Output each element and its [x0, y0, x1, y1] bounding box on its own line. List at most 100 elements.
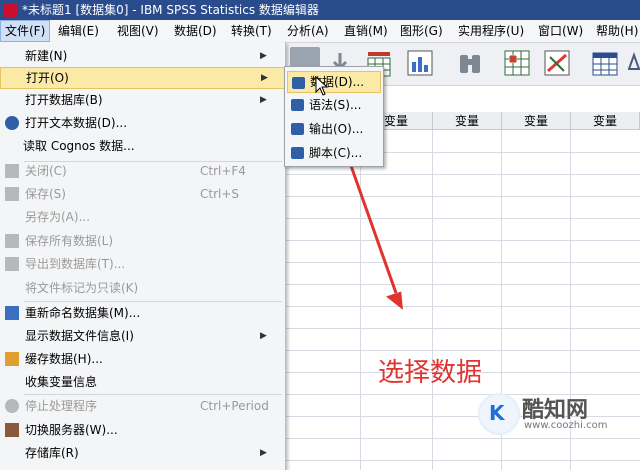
submenu-item-label: 语法(S)... [309, 98, 362, 112]
menu-item-label: 显示数据文件信息(I) [25, 329, 134, 343]
grid-line [285, 328, 640, 329]
menu-item-label: 收集变量信息 [25, 375, 98, 389]
text-data-icon [5, 116, 19, 130]
submenu-arrow-icon: ▶ [260, 331, 267, 341]
menu-item-label: 重新命名数据集(M)... [25, 306, 141, 320]
menu-analyze[interactable]: 分析(A) [283, 20, 333, 42]
cache-data-icon [5, 352, 19, 366]
menu-item-cache-data[interactable]: 缓存数据(H)... [0, 348, 285, 370]
file-menu: 新建(N) ▶ 打开(O) ▶ 打开数据库(B) ▶ 打开文本数据(D)... 读取 … [0, 42, 286, 470]
data-file-icon [292, 77, 305, 89]
menu-item-collect-variable-info[interactable]: 收集变量信息 [0, 371, 285, 393]
grid-line [432, 130, 433, 470]
spss-app-icon [3, 3, 17, 17]
menu-data[interactable]: 数据(D) [170, 20, 221, 42]
menu-item-label: 关闭(C) [25, 164, 67, 178]
menu-item-label: 将文件标记为只读(K) [25, 281, 139, 295]
column-header[interactable]: 变量 [433, 112, 502, 130]
column-header[interactable]: 变量 [571, 112, 640, 130]
menu-item-label: 打开(O) [26, 71, 69, 85]
mouse-cursor-icon [315, 76, 329, 96]
submenu-item-label: 脚本(C)... [309, 146, 363, 160]
submenu-item-data[interactable]: 数据(D)... [287, 71, 381, 93]
menu-item-switch-server[interactable]: 切换服务器(W)... [0, 419, 285, 441]
annotation-text: 选择数据 [378, 358, 483, 388]
syntax-file-icon [291, 99, 304, 111]
menu-direct-marketing[interactable]: 直销(M) [340, 20, 392, 42]
menu-transform[interactable]: 转换(T) [227, 20, 276, 42]
menu-item-stop-processor[interactable]: 停止处理程序 Ctrl+Period [0, 395, 285, 417]
menu-graphs[interactable]: 图形(G) [396, 20, 447, 42]
shortcut-label: Ctrl+S [200, 187, 240, 201]
export-icon [5, 257, 19, 271]
menu-view[interactable]: 视图(V) [113, 20, 163, 42]
menu-item-label: 新建(N) [25, 49, 68, 63]
menu-bar: 文件(F) 编辑(E) 视图(V) 数据(D) 转换(T) 分析(A) 直销(M… [0, 20, 640, 43]
submenu-arrow-icon: ▶ [260, 95, 267, 105]
menu-item-repository[interactable]: 存储库(R) ▶ [0, 442, 285, 464]
watermark: K 酷知网 www.coozhi.com [478, 390, 628, 440]
menu-item-read-cognos[interactable]: 读取 Cognos 数据... [0, 135, 285, 157]
grid-line [285, 350, 640, 351]
binoculars-icon[interactable] [455, 47, 485, 79]
stop-icon [5, 399, 19, 413]
menu-item-label: 存储库(R) [25, 446, 79, 460]
submenu-item-script[interactable]: 脚本(C)... [287, 142, 381, 164]
close-file-icon [5, 164, 19, 178]
column-header[interactable]: 变量 [502, 112, 571, 130]
menu-item-label: 另存为(A)... [25, 210, 91, 224]
menu-edit[interactable]: 编辑(E) [54, 20, 103, 42]
submenu-item-syntax[interactable]: 语法(S)... [287, 94, 381, 116]
submenu-item-output[interactable]: 输出(O)... [287, 118, 381, 140]
grid-line [285, 460, 640, 461]
rename-dataset-icon [5, 306, 19, 320]
menu-window[interactable]: 窗口(W) [534, 20, 587, 42]
menu-item-label: 缓存数据(H)... [25, 352, 103, 366]
watermark-logo-icon: K [478, 393, 520, 435]
menu-item-open-database[interactable]: 打开数据库(B) ▶ [0, 89, 285, 111]
submenu-arrow-icon: ▶ [260, 51, 267, 61]
menu-item-mark-read-only[interactable]: 将文件标记为只读(K) [0, 277, 285, 299]
menu-item-label: 保存所有数据(L) [25, 234, 114, 248]
scale-icon[interactable] [627, 47, 640, 79]
menu-item-label: 打开文本数据(D)... [25, 116, 128, 130]
submenu-arrow-icon: ▶ [261, 73, 268, 83]
menu-item-save-all-data[interactable]: 保存所有数据(L) [0, 230, 285, 252]
submenu-item-label: 输出(O)... [309, 122, 364, 136]
menu-utilities[interactable]: 实用程序(U) [454, 20, 528, 42]
grid-icon[interactable] [590, 47, 620, 79]
script-file-icon [291, 147, 304, 159]
save-all-icon [5, 234, 19, 248]
menu-item-label: 导出到数据库(T)... [25, 257, 126, 271]
output-file-icon [291, 123, 304, 135]
menu-item-label: 保存(S) [25, 187, 66, 201]
menu-item-close[interactable]: 关闭(C) Ctrl+F4 [0, 160, 285, 182]
menu-item-label: 停止处理程序 [25, 399, 98, 413]
menu-item-save[interactable]: 保存(S) Ctrl+S [0, 183, 285, 205]
watermark-url: www.coozhi.com [524, 420, 608, 431]
open-submenu: 数据(D)... 语法(S)... 输出(O)... 脚本(C)... [284, 66, 384, 167]
switch-server-icon [5, 423, 19, 437]
watermark-logo-text: K [489, 401, 505, 425]
split-file-icon[interactable] [542, 47, 572, 79]
menu-item-rename-dataset[interactable]: 重新命名数据集(M)... [0, 302, 285, 324]
menu-item-new[interactable]: 新建(N) ▶ [0, 45, 285, 67]
save-icon [5, 187, 19, 201]
menu-item-save-as[interactable]: 另存为(A)... [0, 206, 285, 228]
menu-item-label: 读取 Cognos 数据... [23, 139, 135, 153]
menu-help[interactable]: 帮助(H) [592, 20, 640, 42]
window-title: *未标题1 [数据集0] - IBM SPSS Statistics 数据编辑器 [22, 3, 319, 17]
menu-item-label: 切换服务器(W)... [25, 423, 118, 437]
insert-cases-icon[interactable] [502, 47, 532, 79]
menu-item-export-database[interactable]: 导出到数据库(T)... [0, 253, 285, 275]
chart-icon[interactable] [405, 47, 435, 79]
title-bar: *未标题1 [数据集0] - IBM SPSS Statistics 数据编辑器 [0, 0, 640, 20]
menu-item-open[interactable]: 打开(O) ▶ [0, 67, 285, 89]
shortcut-label: Ctrl+F4 [200, 164, 246, 178]
shortcut-label: Ctrl+Period [200, 399, 269, 413]
menu-item-label: 打开数据库(B) [25, 93, 103, 107]
menu-item-display-file-info[interactable]: 显示数据文件信息(I) ▶ [0, 325, 285, 347]
menu-file[interactable]: 文件(F) [0, 20, 51, 42]
submenu-arrow-icon: ▶ [260, 448, 267, 458]
menu-item-open-text-data[interactable]: 打开文本数据(D)... [0, 112, 285, 134]
